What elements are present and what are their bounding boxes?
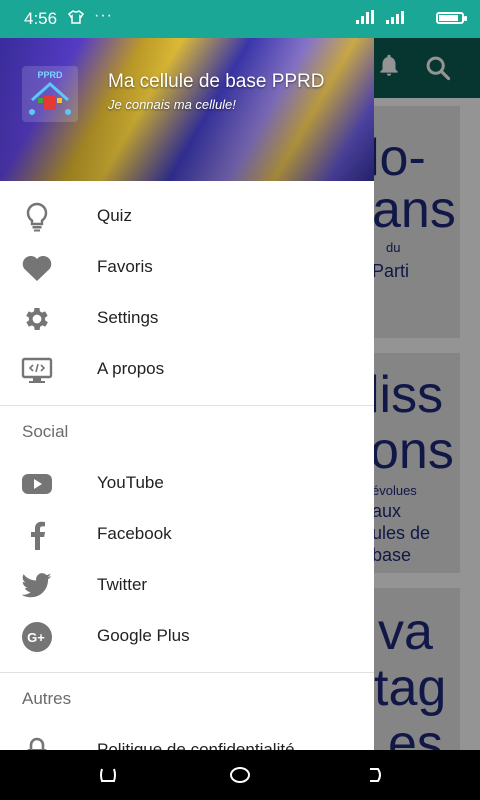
menu-item-label: Twitter <box>97 575 148 594</box>
drawer-app-title: Ma cellule de base PPRD <box>108 71 325 92</box>
section-title: Social <box>22 422 69 441</box>
google-plus-icon: G+ <box>20 620 54 654</box>
menu-item-label: Quiz <box>97 206 132 225</box>
menu-item-twitter[interactable]: Twitter <box>0 560 374 611</box>
menu-item-facebook[interactable]: Facebook <box>0 509 374 560</box>
gear-icon <box>20 302 54 336</box>
section-autres: Autres <box>0 673 374 723</box>
svg-text:PPRD: PPRD <box>37 70 63 80</box>
menu-item-settings[interactable]: Settings <box>0 293 374 344</box>
twitter-icon <box>20 569 54 603</box>
menu-item-label: A propos <box>97 359 165 378</box>
svg-text:G+: G+ <box>27 630 45 645</box>
youtube-icon <box>20 467 54 501</box>
battery-icon <box>436 12 467 24</box>
drawer-menu: Quiz Favoris Settings A propos Social Yo… <box>0 181 374 750</box>
menu-item-quiz[interactable]: Quiz <box>0 191 374 242</box>
tshirt-notification-icon <box>67 10 85 28</box>
system-navigation-bar <box>0 750 480 800</box>
menu-item-google-plus[interactable]: G+ Google Plus <box>0 611 374 662</box>
menu-item-label: Politique de confidentialité <box>97 740 295 750</box>
signal-icon <box>356 10 414 27</box>
section-title: Autres <box>22 689 72 708</box>
facebook-icon <box>20 518 54 552</box>
back-button[interactable] <box>362 763 386 787</box>
clock: 4:56 <box>24 9 58 28</box>
more-notifications-icon: ··· <box>94 7 113 24</box>
code-monitor-icon <box>20 353 54 387</box>
home-button[interactable] <box>228 763 252 787</box>
menu-item-label: Favoris <box>97 257 153 276</box>
section-social: Social <box>0 406 374 456</box>
menu-item-a-propos[interactable]: A propos <box>0 344 374 395</box>
menu-item-privacy-policy[interactable]: Politique de confidentialité <box>0 725 374 750</box>
status-bar: 4:56 ··· <box>0 0 480 38</box>
menu-item-label: Google Plus <box>97 626 190 645</box>
menu-item-favoris[interactable]: Favoris <box>0 242 374 293</box>
lightbulb-icon <box>20 200 54 234</box>
menu-item-label: Facebook <box>97 524 172 543</box>
recent-apps-button[interactable] <box>96 763 120 787</box>
menu-item-youtube[interactable]: YouTube <box>0 458 374 509</box>
menu-item-label: Settings <box>97 308 159 327</box>
drawer-app-subtitle: Je connais ma cellule! <box>108 97 236 112</box>
pprd-logo: PPRD <box>22 66 78 122</box>
navigation-drawer: PPRD Ma cellule de base PPRD Je connais … <box>0 38 374 750</box>
lock-icon <box>20 734 54 750</box>
menu-item-label: YouTube <box>97 473 164 492</box>
drawer-header: PPRD Ma cellule de base PPRD Je connais … <box>0 38 374 181</box>
heart-icon <box>20 251 54 285</box>
